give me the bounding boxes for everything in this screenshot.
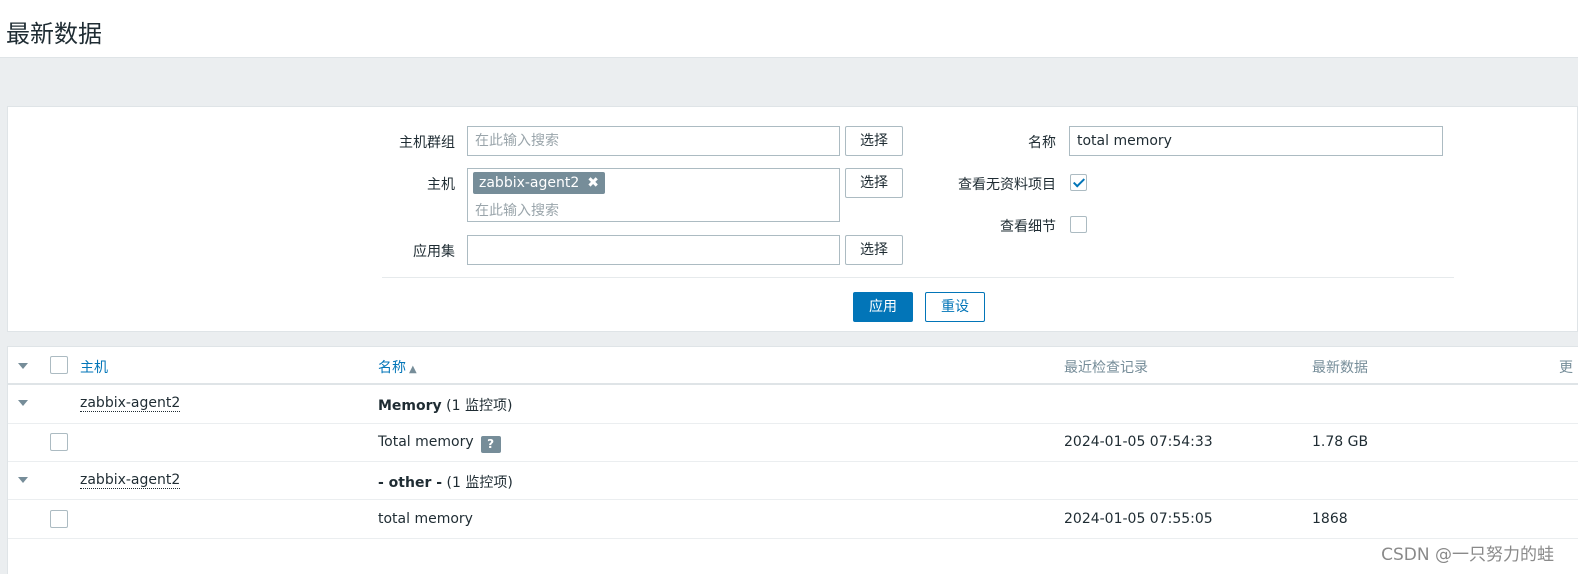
app-group-row: zabbix-agent2 - other - (1 监控项) — [8, 462, 1578, 500]
item-count: (1 监控项) — [446, 398, 513, 414]
row-checkbox[interactable] — [50, 510, 68, 528]
apply-button[interactable]: 应用 — [853, 292, 913, 322]
show-details-checkbox[interactable] — [1070, 216, 1087, 233]
select-all-checkbox[interactable] — [50, 356, 68, 374]
host-group-input[interactable]: 在此输入搜索 — [467, 126, 840, 156]
column-name-label: 名称 — [378, 360, 406, 376]
table-row: Total memory? 2024-01-05 07:54:33 1.78 G… — [8, 424, 1578, 462]
row-checkbox[interactable] — [50, 433, 68, 451]
watermark: CSDN @一只努力的蛙 — [1381, 545, 1554, 565]
last-check-value: 2024-01-05 07:54:33 — [1064, 434, 1213, 450]
filter-divider — [382, 277, 1454, 278]
show-details-label: 查看细节 — [1000, 219, 1056, 235]
host-group-select-button[interactable]: 选择 — [845, 126, 903, 156]
table-row: total memory 2024-01-05 07:55:05 1868 — [8, 500, 1578, 539]
filter-panel: 主机群组 在此输入搜索 选择 主机 zabbix-agent2 ✖ 在此输入搜索 … — [7, 106, 1578, 332]
collapse-all-icon[interactable] — [18, 363, 28, 369]
item-name: Total memory? — [378, 434, 501, 453]
page-title: 最新数据 — [6, 20, 102, 48]
table-header-row: 主机 名称 ▲ 最近检查记录 最新数据 更 — [8, 347, 1578, 385]
host-select-button[interactable]: 选择 — [845, 168, 903, 198]
host-placeholder: 在此输入搜索 — [475, 203, 559, 219]
help-icon[interactable]: ? — [480, 436, 501, 453]
name-value: total memory — [1077, 133, 1172, 149]
app-name: Memory — [378, 398, 442, 414]
reset-button[interactable]: 重设 — [925, 292, 985, 322]
page-header: 最新数据 — [0, 0, 1578, 58]
application-select-button[interactable]: 选择 — [845, 235, 903, 265]
column-more: 更 — [1559, 360, 1573, 376]
item-name-label: Total memory — [378, 434, 474, 450]
app-group-name: - other - (1 监控项) — [378, 472, 513, 492]
app-group-name: Memory (1 监控项) — [378, 395, 512, 415]
sort-asc-icon: ▲ — [409, 364, 417, 375]
show-without-data-label: 查看无资料项目 — [958, 177, 1056, 193]
column-last-value: 最新数据 — [1312, 360, 1368, 376]
collapse-icon[interactable] — [18, 400, 28, 406]
item-name: total memory — [378, 511, 473, 527]
host-tag: zabbix-agent2 ✖ — [473, 172, 606, 194]
host-link[interactable]: zabbix-agent2 — [80, 472, 181, 489]
host-group-label: 主机群组 — [399, 135, 455, 151]
host-group-placeholder: 在此输入搜索 — [475, 133, 559, 149]
host-tag-label: zabbix-agent2 — [479, 175, 580, 191]
app-name: - other - — [378, 475, 443, 491]
application-label: 应用集 — [413, 244, 455, 260]
host-multiselect[interactable]: zabbix-agent2 ✖ 在此输入搜索 — [467, 168, 840, 222]
name-label: 名称 — [1028, 135, 1056, 151]
host-link[interactable]: zabbix-agent2 — [80, 395, 181, 412]
item-count: (1 监控项) — [446, 475, 513, 491]
name-input[interactable]: total memory — [1069, 126, 1443, 156]
last-check-value: 2024-01-05 07:55:05 — [1064, 511, 1213, 527]
latest-data-table: 主机 名称 ▲ 最近检查记录 最新数据 更 zabbix-agent2 Memor… — [7, 346, 1578, 574]
host-label: 主机 — [427, 177, 455, 193]
app-group-row: zabbix-agent2 Memory (1 监控项) — [8, 385, 1578, 424]
last-data-value: 1.78 GB — [1312, 434, 1369, 450]
application-input[interactable] — [467, 235, 840, 265]
column-host[interactable]: 主机 — [80, 357, 108, 377]
column-last-check: 最近检查记录 — [1064, 360, 1148, 376]
collapse-icon[interactable] — [18, 477, 28, 483]
show-without-data-checkbox[interactable] — [1070, 174, 1087, 191]
column-name[interactable]: 名称 ▲ — [378, 357, 417, 377]
remove-tag-icon[interactable]: ✖ — [587, 175, 599, 191]
last-data-value: 1868 — [1312, 511, 1348, 527]
